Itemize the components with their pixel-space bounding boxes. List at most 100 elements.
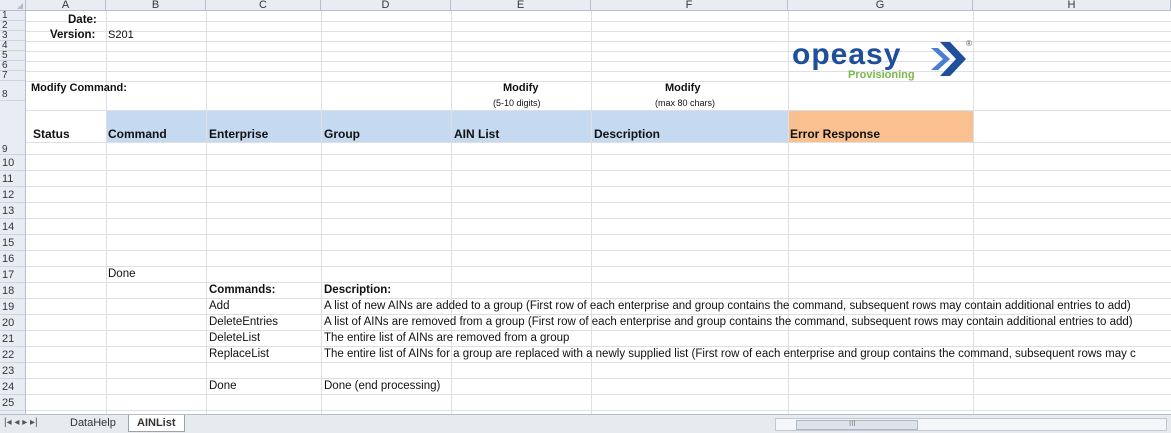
row-header[interactable]: 25: [0, 395, 25, 411]
column-header-f[interactable]: F: [591, 0, 788, 11]
header-error-response[interactable]: Error Response: [790, 128, 880, 141]
row-header[interactable]: 13: [0, 203, 25, 219]
row-gridline: [26, 410, 1171, 411]
row-header[interactable]: 17: [0, 267, 25, 283]
row-header[interactable]: 22: [0, 347, 25, 363]
spreadsheet-sheet[interactable]: A B C D E F G H 1 2 3 4 5 6 7 8 9 opeasy…: [0, 0, 1171, 414]
done-cell[interactable]: Done: [108, 268, 136, 281]
scroll-grip-icon: III: [849, 419, 856, 428]
row-gridline: [26, 21, 1171, 22]
description-heading: Description:: [324, 284, 392, 296]
row-gridline: [26, 346, 1171, 347]
row-gridline: [26, 218, 1171, 219]
row-gridline: [26, 266, 1171, 267]
row-header[interactable]: 4: [0, 41, 25, 51]
header-group[interactable]: Group: [324, 128, 360, 141]
row-gridline: [26, 202, 1171, 203]
column-header-g[interactable]: G: [788, 0, 973, 11]
column-header-a[interactable]: A: [26, 0, 106, 11]
row-header[interactable]: 10: [0, 155, 25, 171]
row-gridline: [26, 110, 1171, 111]
modify-command-label: Modify Command:: [31, 82, 127, 94]
row-gridline: [26, 81, 1171, 82]
scroll-thumb[interactable]: III: [796, 419, 918, 430]
version-value[interactable]: S201: [108, 29, 134, 42]
column-header-e[interactable]: E: [451, 0, 591, 11]
row-gridline: [26, 142, 1171, 143]
sheet-tab-bar: |◂ ◂ ▸ ▸| DataHelp AINList III: [0, 414, 1171, 433]
header-status[interactable]: Status: [33, 128, 70, 141]
row-header[interactable]: 5: [0, 51, 25, 61]
row-header[interactable]: 2: [0, 21, 25, 31]
modify-description-title: Modify: [665, 82, 701, 94]
date-label: Date:: [68, 14, 97, 26]
select-all-corner[interactable]: [0, 0, 26, 10]
svg-text:opeasy: opeasy: [792, 38, 901, 71]
row-gridline: [26, 394, 1171, 395]
row-gridline: [26, 250, 1171, 251]
command-replacelist[interactable]: ReplaceList: [209, 348, 269, 361]
row-gridline: [26, 31, 1171, 32]
modify-ain-title: Modify: [503, 82, 539, 94]
command-done[interactable]: Done: [209, 380, 237, 393]
row-header[interactable]: 23: [0, 363, 25, 379]
row-gridline: [26, 186, 1171, 187]
horizontal-scrollbar[interactable]: III: [775, 418, 1167, 431]
row-header[interactable]: 1: [0, 11, 25, 21]
row-header[interactable]: 15: [0, 235, 25, 251]
row-header[interactable]: 16: [0, 251, 25, 267]
modify-description-hint: (max 80 chars): [655, 98, 716, 108]
command-done-description[interactable]: Done (end processing): [324, 380, 440, 393]
column-header-d[interactable]: D: [321, 0, 451, 11]
row-header[interactable]: 20: [0, 315, 25, 331]
command-deletelist-description[interactable]: The entire list of AINs are removed from…: [324, 332, 569, 345]
row-gridline: [26, 154, 1171, 155]
row-header[interactable]: 8: [0, 81, 25, 101]
row-header[interactable]: 19: [0, 299, 25, 315]
command-add-description[interactable]: A list of new AINs are added to a group …: [324, 300, 1131, 313]
row-gridline: [26, 234, 1171, 235]
header-enterprise[interactable]: Enterprise: [209, 128, 268, 141]
tab-ainlist[interactable]: AINList: [128, 415, 185, 432]
row-gridline: [26, 378, 1171, 379]
row-header[interactable]: 18: [0, 283, 25, 299]
row-header[interactable]: 7: [0, 71, 25, 81]
row-gridline: [26, 298, 1171, 299]
version-label: Version:: [50, 29, 96, 41]
command-deleteentries[interactable]: DeleteEntries: [209, 316, 278, 329]
row-header[interactable]: 12: [0, 187, 25, 203]
row-header[interactable]: 3: [0, 31, 25, 41]
row-header[interactable]: 21: [0, 331, 25, 347]
command-deleteentries-description[interactable]: A list of AINs are removed from a group …: [324, 316, 1133, 329]
row-gridline: [26, 314, 1171, 315]
row-gridline: [26, 362, 1171, 363]
row-header[interactable]: 6: [0, 61, 25, 71]
opeasy-logo: opeasy Provisioning ®: [790, 38, 980, 82]
command-add[interactable]: Add: [209, 300, 229, 313]
command-replacelist-description[interactable]: The entire list of AINs for a group are …: [324, 348, 1136, 361]
row-header[interactable]: 9: [0, 144, 25, 155]
column-header-c[interactable]: C: [206, 0, 321, 11]
row-header[interactable]: 11: [0, 171, 25, 187]
header-command[interactable]: Command: [108, 128, 167, 141]
row-gridline: [26, 71, 1171, 72]
header-description[interactable]: Description: [594, 128, 660, 141]
commands-heading: Commands:: [209, 284, 276, 296]
row-gridline: [26, 330, 1171, 331]
tab-datahelp[interactable]: DataHelp: [62, 415, 124, 431]
row-header[interactable]: 14: [0, 219, 25, 235]
row-header[interactable]: 24: [0, 379, 25, 395]
row-gridline: [26, 170, 1171, 171]
modify-ain-hint: (5-10 digits): [493, 98, 541, 108]
row-gridline: [26, 61, 1171, 62]
command-deletelist[interactable]: DeleteList: [209, 332, 260, 345]
svg-text:Provisioning: Provisioning: [848, 69, 915, 81]
column-header-b[interactable]: B: [106, 0, 206, 11]
column-header-h[interactable]: H: [973, 0, 1171, 11]
tab-nav-arrows-icon[interactable]: |◂ ◂ ▸ ▸|: [4, 417, 38, 428]
svg-text:®: ®: [966, 39, 972, 48]
header-ain-list[interactable]: AIN List: [454, 128, 499, 141]
row-gridline: [26, 51, 1171, 52]
row-gridline: [26, 282, 1171, 283]
row-gridline: [26, 41, 1171, 42]
